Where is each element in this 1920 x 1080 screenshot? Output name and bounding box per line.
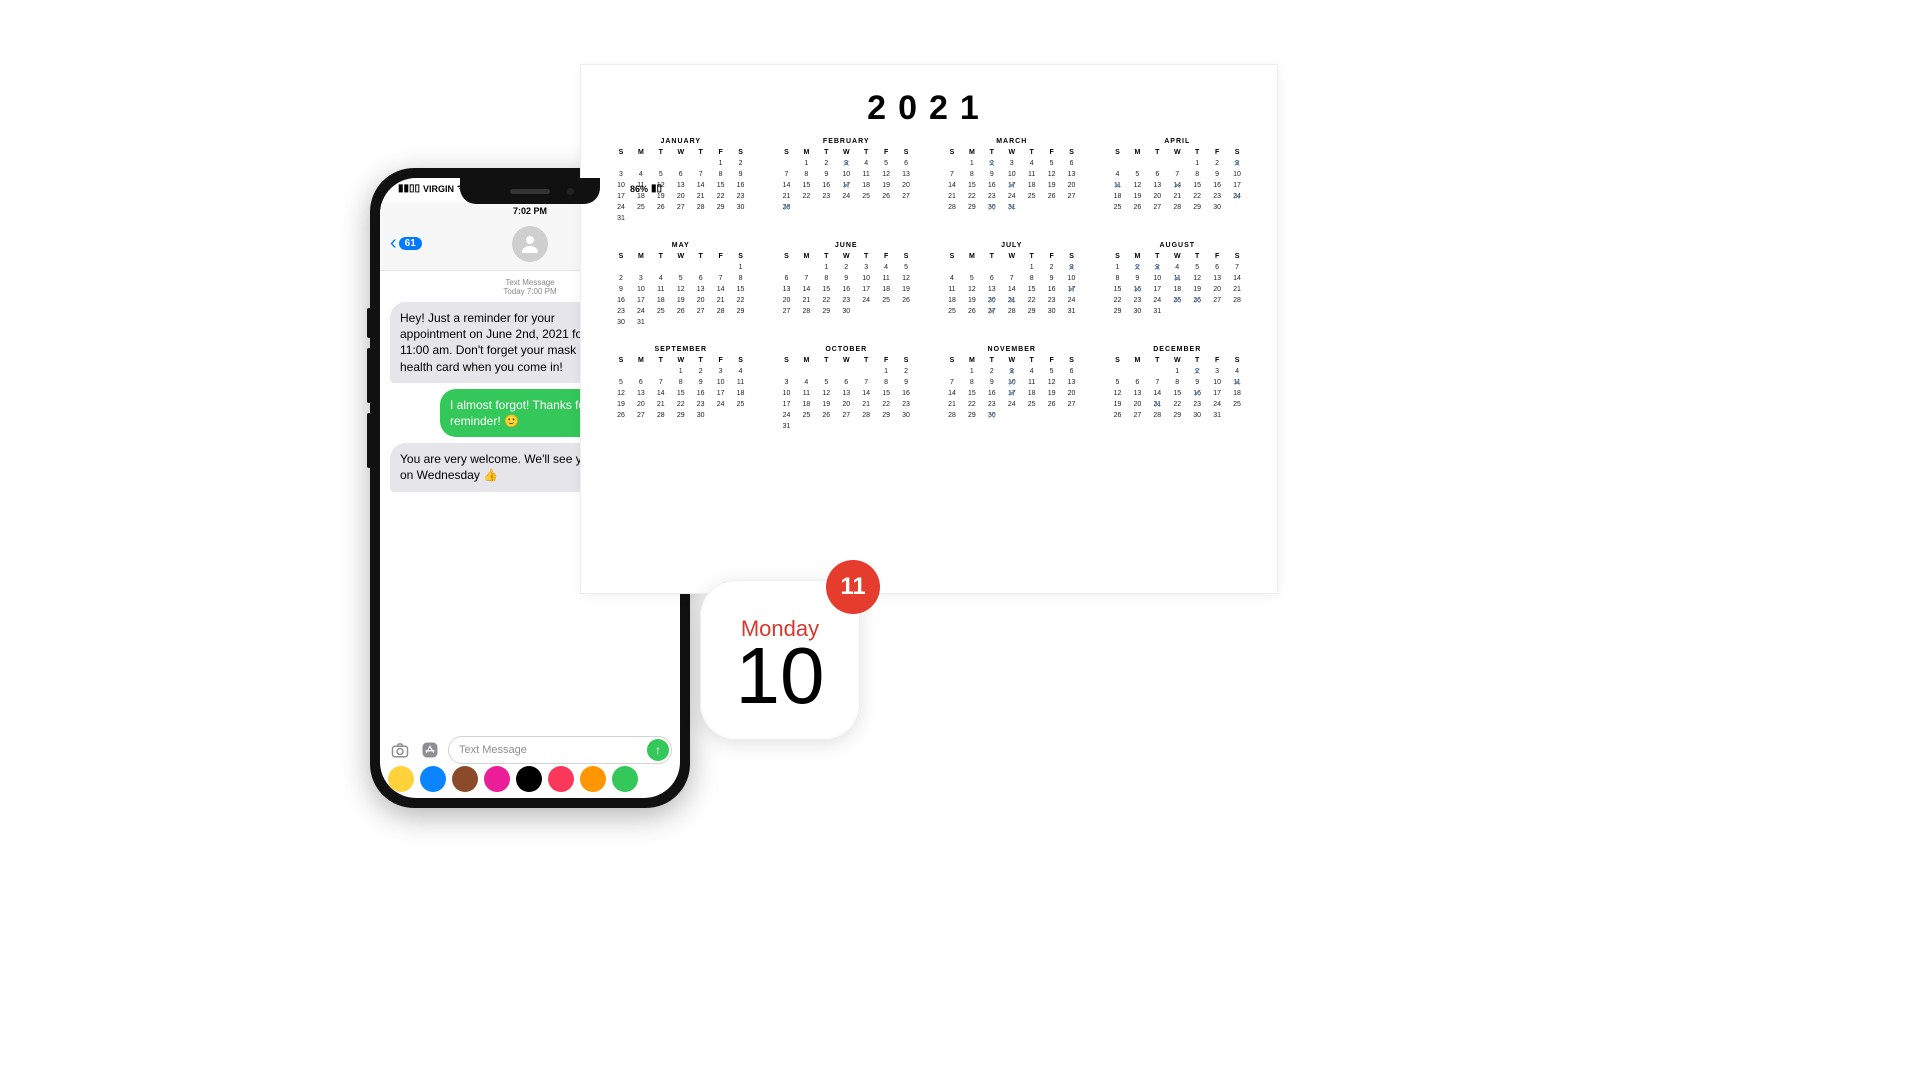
year-title: 2021 [611,89,1247,128]
imessage-app-7[interactable] [612,766,638,792]
month-october: OCTOBERSMTWTFS12345678910111213141516171… [777,346,917,432]
calendar-app-icon[interactable]: 11 Monday 10 [700,580,860,740]
month-june: JUNESMTWTFS12345678910111213141516171819… [777,242,917,328]
month-august: AUGUSTSMTWTFS123456789101112131415161718… [1108,242,1248,328]
month-september: SEPTEMBERSMTWTFS123456789101112131415161… [611,346,751,432]
imessage-app-1[interactable] [420,766,446,792]
message-input-bar: Text Message ↑ [380,736,680,764]
chevron-left-icon: ‹ [390,232,397,255]
battery-percent: 86% [630,184,648,194]
imessage-app-4[interactable] [516,766,542,792]
signal-icon: ▮▮▯▯ [398,184,420,194]
month-december: DECEMBERSMTWTFS1234567891011121314151617… [1108,346,1248,432]
calendar-daynum: 10 [736,638,825,714]
back-badge: 61 [399,237,422,250]
month-february: FEBRUARYSMTWTFS1234567891011121314151617… [777,138,917,224]
imessage-app-5[interactable] [548,766,574,792]
back-button[interactable]: ‹ 61 [390,232,422,255]
camera-icon[interactable] [388,738,412,762]
notification-badge: 11 [826,560,880,614]
imessage-app-0[interactable] [388,766,414,792]
month-july: JULYSMTWTFS12345678910111213141516171819… [942,242,1082,328]
imessage-app-2[interactable] [452,766,478,792]
month-april: APRILSMTWTFS1234567891011121314151617181… [1108,138,1248,224]
message-placeholder: Text Message [459,744,527,756]
month-january: JANUARYSMTWTFS12345678910111213141516171… [611,138,751,224]
year-calendar-poster: 2021 JANUARYSMTWTFS123456789101112131415… [580,64,1278,594]
status-time: 7:02 PM [513,206,547,216]
imessage-app-6[interactable] [580,766,606,792]
month-may: MAYSMTWTFS123456789101112131415161718192… [611,242,751,328]
contact-avatar[interactable] [512,226,548,262]
message-input[interactable]: Text Message ↑ [448,736,672,764]
carrier-label: VIRGIN [423,184,454,194]
imessage-app-3[interactable] [484,766,510,792]
phone-notch [460,178,600,204]
imessage-app-row[interactable] [380,766,680,792]
month-november: NOVEMBERSMTWTFS1234567891011121314151617… [942,346,1082,432]
battery-icon: ▮▯ [651,184,662,194]
send-button[interactable]: ↑ [647,739,669,761]
appstore-icon[interactable] [418,738,442,762]
month-march: MARCHSMTWTFS1234567891011121314151617181… [942,138,1082,224]
